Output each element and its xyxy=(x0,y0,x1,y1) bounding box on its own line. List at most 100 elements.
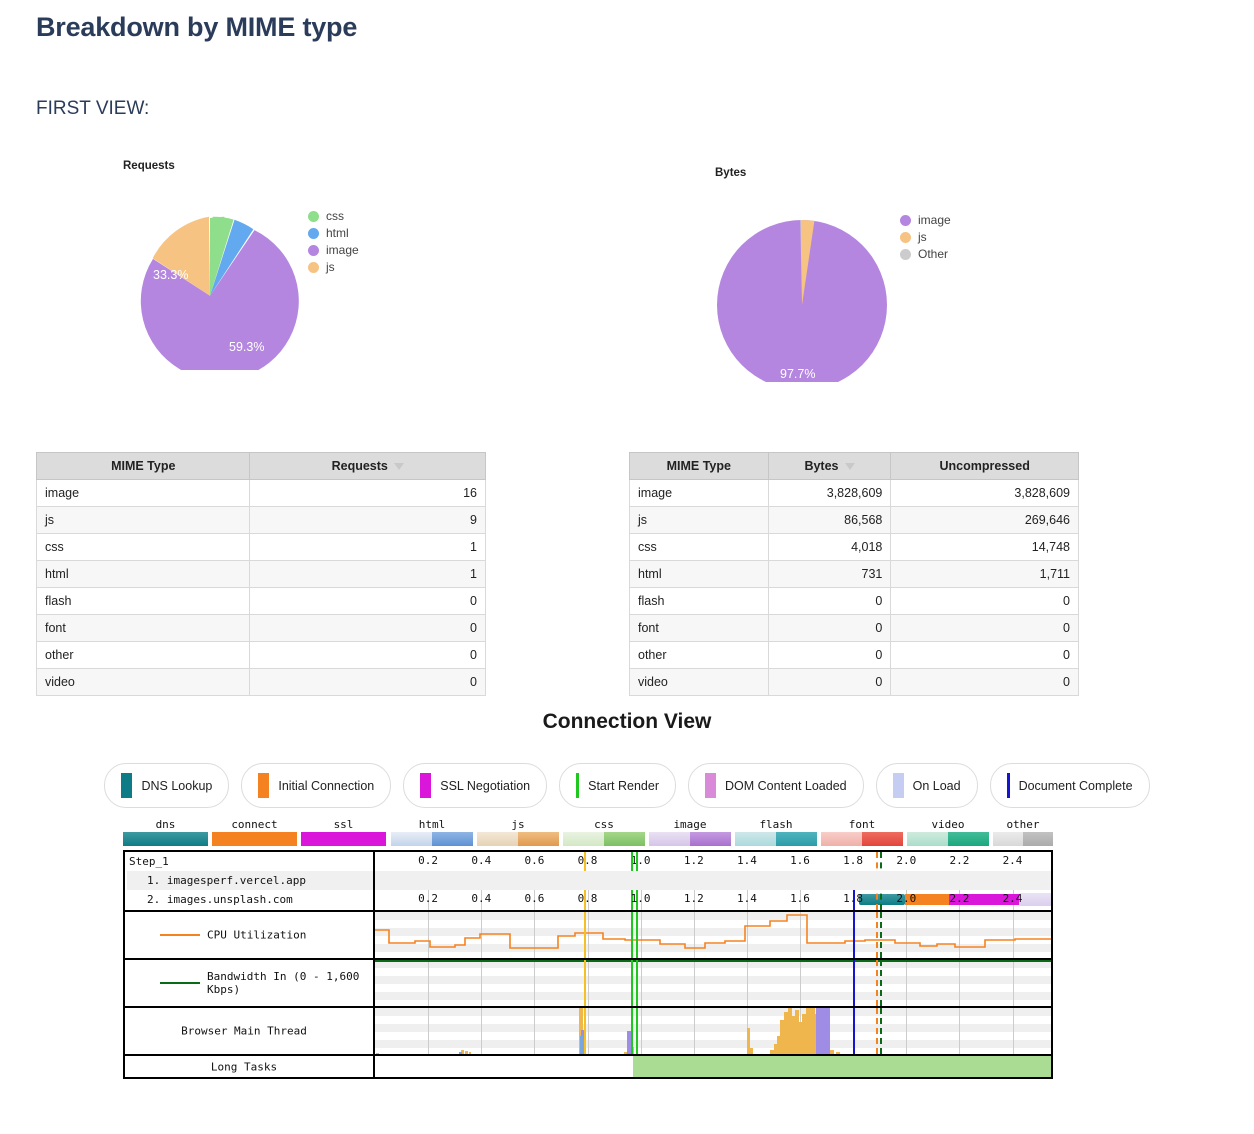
legend-item-image[interactable]: image xyxy=(308,244,359,256)
table-header-row: MIME Type Bytes Uncompressed xyxy=(630,453,1079,480)
cpu-label-text: CPU Utilization xyxy=(207,929,306,942)
legend-chip-label: Document Complete xyxy=(1019,779,1133,793)
cell-mime: js xyxy=(630,507,769,534)
legend-chip-ssl-negotiation[interactable]: SSL Negotiation xyxy=(403,763,547,808)
waterfall: dns connect ssl html js css xyxy=(123,818,1053,1079)
request-host: images.unsplash.com xyxy=(167,893,293,906)
cell-mime: js xyxy=(37,507,250,534)
table-row: font00 xyxy=(630,615,1079,642)
mime-key-swatch-icon xyxy=(993,832,1053,846)
legend-item-other[interactable]: Other xyxy=(900,248,951,260)
legend-item-js[interactable]: js xyxy=(900,231,951,243)
cell-requests: 16 xyxy=(250,480,486,507)
bytes-table-body: image3,828,6093,828,609 js86,568269,646 … xyxy=(630,480,1079,696)
cell-bytes: 0 xyxy=(768,669,891,696)
bytes-pie-legend: image js Other xyxy=(900,214,951,260)
table-row: flash00 xyxy=(630,588,1079,615)
mime-key-swatch-icon xyxy=(212,832,297,846)
col-mime-type[interactable]: MIME Type xyxy=(630,453,769,480)
cell-requests: 0 xyxy=(250,615,486,642)
document-complete-swatch-icon xyxy=(1007,773,1010,798)
col-bytes[interactable]: Bytes xyxy=(768,453,891,480)
table-row: video0 xyxy=(37,669,486,696)
cell-uncompressed: 0 xyxy=(891,615,1079,642)
cpu-plot xyxy=(375,912,1051,958)
mime-key-label: image xyxy=(649,818,731,832)
cell-mime: other xyxy=(37,642,250,669)
legend-item-image[interactable]: image xyxy=(900,214,951,226)
cpu-row-label: CPU Utilization xyxy=(125,912,375,958)
legend-label: Other xyxy=(918,248,948,260)
cell-mime: html xyxy=(37,561,250,588)
dns-lookup-swatch-icon xyxy=(121,773,132,798)
mime-key-swatch-icon xyxy=(563,832,645,846)
cell-uncompressed: 1,711 xyxy=(891,561,1079,588)
legend-dot-icon xyxy=(900,232,911,243)
legend-item-js[interactable]: js xyxy=(308,261,359,273)
table-row: js9 xyxy=(37,507,486,534)
mime-key-label: html xyxy=(391,818,473,832)
legend-label: image xyxy=(918,214,951,226)
legend-chip-document-complete[interactable]: Document Complete xyxy=(990,763,1150,808)
table-row: html1 xyxy=(37,561,486,588)
col-mime-type[interactable]: MIME Type xyxy=(37,453,250,480)
ssl-negotiation-swatch-icon xyxy=(420,773,431,798)
legend-chip-dom-content-loaded[interactable]: DOM Content Loaded xyxy=(688,763,864,808)
sort-desc-icon xyxy=(845,463,855,470)
request-row-label-1[interactable]: 1. imagesperf.vercel.app xyxy=(147,874,377,887)
mime-key-label: connect xyxy=(212,818,297,832)
col-uncompressed[interactable]: Uncompressed xyxy=(891,453,1079,480)
start-render-swatch-icon xyxy=(576,773,579,798)
cell-bytes: 0 xyxy=(768,615,891,642)
main-thread-label-text: Browser Main Thread xyxy=(125,1025,363,1038)
col-requests[interactable]: Requests xyxy=(250,453,486,480)
mime-key-label: ssl xyxy=(301,818,386,832)
mime-key-video: video xyxy=(907,818,989,846)
mime-key-swatch-icon xyxy=(907,832,989,846)
legend-item-css[interactable]: css xyxy=(308,210,359,222)
mime-key-swatch-icon xyxy=(477,832,559,846)
legend-dot-icon xyxy=(308,245,319,256)
legend-chip-on-load[interactable]: On Load xyxy=(876,763,978,808)
legend-label: image xyxy=(326,244,359,256)
request-index: 1. xyxy=(147,874,160,887)
cell-bytes: 86,568 xyxy=(768,507,891,534)
legend-item-html[interactable]: html xyxy=(308,227,359,239)
legend-chip-dns-lookup[interactable]: DNS Lookup xyxy=(104,763,229,808)
mime-key-js: js xyxy=(477,818,559,846)
long-tasks-row-label: Long Tasks xyxy=(125,1056,375,1077)
waterfall-row-cpu: CPU Utilization xyxy=(125,912,1051,960)
cell-bytes: 0 xyxy=(768,588,891,615)
waterfall-grid: Step_1 1. imagesperf.vercel.app 2. image… xyxy=(123,850,1053,1079)
connection-view-title: Connection View xyxy=(0,710,1254,734)
cell-uncompressed: 3,828,609 xyxy=(891,480,1079,507)
cell-bytes: 3,828,609 xyxy=(768,480,891,507)
requests-table: MIME Type Requests image16 js9 css1 html… xyxy=(36,452,486,696)
bandwidth-plot xyxy=(375,960,1051,1006)
legend-chip-label: DNS Lookup xyxy=(141,779,212,793)
bytes-table: MIME Type Bytes Uncompressed image3,828,… xyxy=(629,452,1079,696)
legend-chip-initial-connection[interactable]: Initial Connection xyxy=(241,763,391,808)
cell-mime: video xyxy=(630,669,769,696)
long-tasks-plot xyxy=(375,1056,1051,1077)
legend-dot-icon xyxy=(308,211,319,222)
legend-dot-icon xyxy=(900,215,911,226)
cell-mime: css xyxy=(37,534,250,561)
legend-chip-start-render[interactable]: Start Render xyxy=(559,763,676,808)
bandwidth-label-text: Bandwidth In (0 - 1,600 Kbps) xyxy=(207,970,373,996)
legend-dot-icon xyxy=(900,249,911,260)
legend-chip-label: Initial Connection xyxy=(278,779,374,793)
request-row-label-2[interactable]: 2. images.unsplash.com xyxy=(147,893,377,906)
requests-pie-canvas: 33.3% 59.3% css html image js xyxy=(123,180,543,370)
cell-mime: other xyxy=(630,642,769,669)
bandwidth-row-label: Bandwidth In (0 - 1,600 Kbps) xyxy=(125,960,375,1006)
waterfall-requests-labels: Step_1 1. imagesperf.vercel.app 2. image… xyxy=(125,852,375,910)
request-index: 2. xyxy=(147,893,160,906)
table-row: css4,01814,748 xyxy=(630,534,1079,561)
legend-chip-label: SSL Negotiation xyxy=(440,779,530,793)
sort-desc-icon xyxy=(394,463,404,470)
mime-key-html: html xyxy=(391,818,473,846)
table-row: other0 xyxy=(37,642,486,669)
main-thread-plot xyxy=(375,1008,1051,1054)
mime-key-image: image xyxy=(649,818,731,846)
